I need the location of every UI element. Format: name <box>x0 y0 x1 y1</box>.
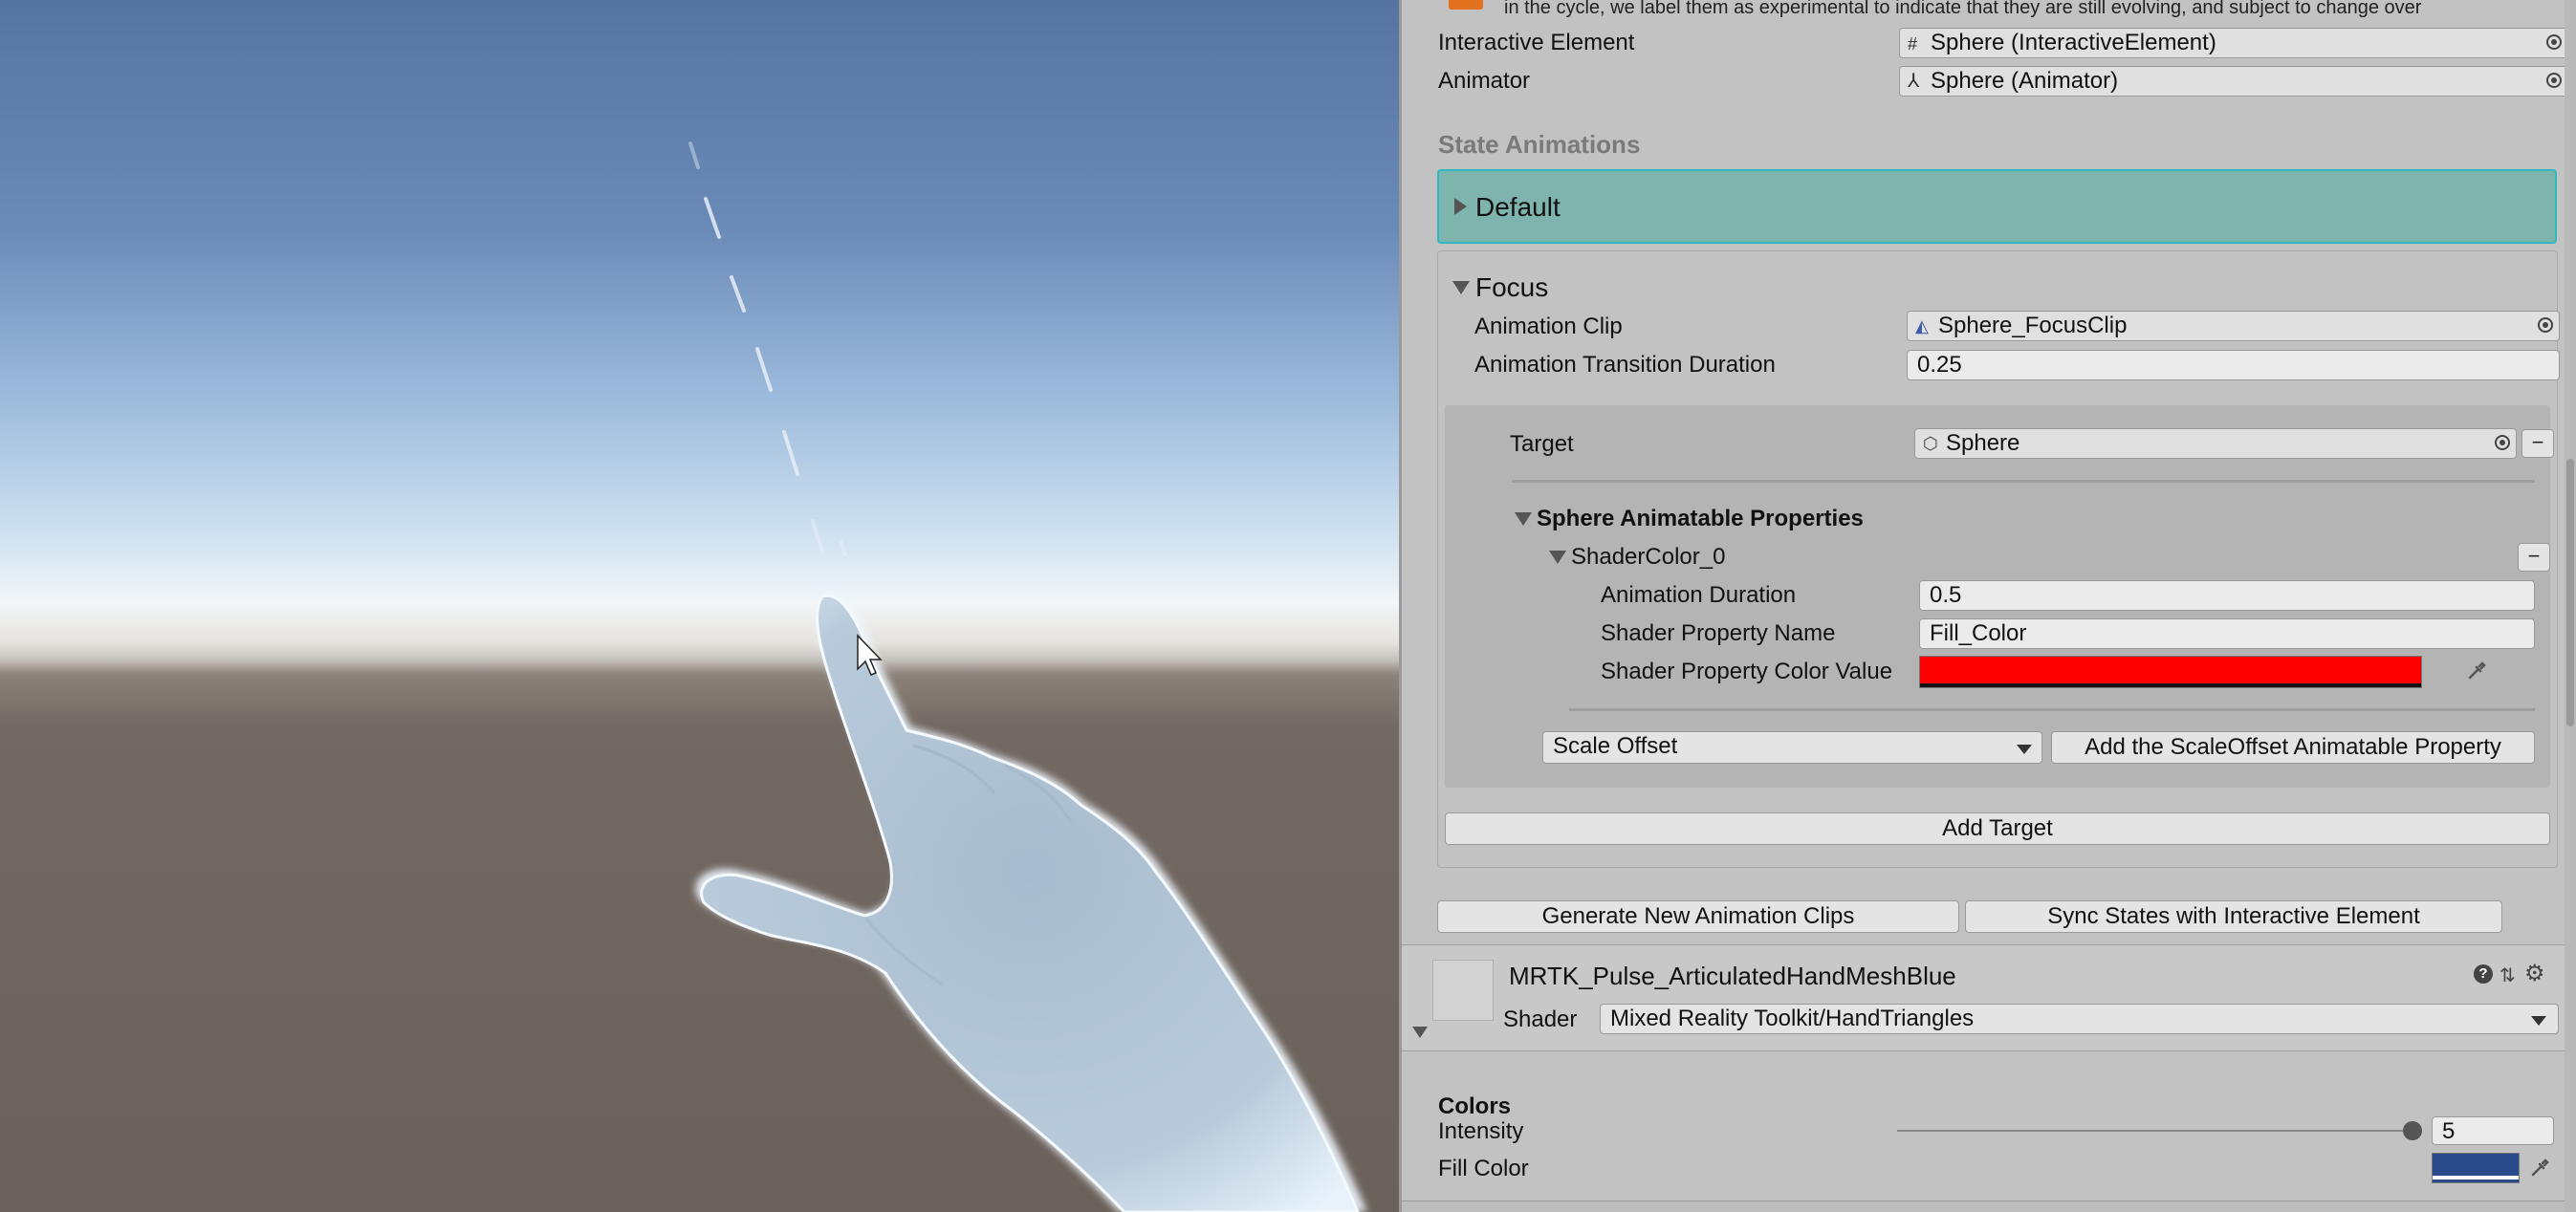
interactive-element-field[interactable]: # Sphere (InteractiveElement) <box>1899 28 2568 58</box>
animation-clip-icon: ◭ <box>1915 316 1929 335</box>
object-picker-icon[interactable] <box>2546 34 2562 50</box>
foldout-expanded-icon[interactable] <box>1515 512 1532 526</box>
animation-duration-label: Animation Duration <box>1601 582 1797 608</box>
focus-state-label[interactable]: Focus <box>1475 272 1548 303</box>
foldout-expanded-icon[interactable] <box>1412 1027 1428 1038</box>
eyedropper-icon[interactable] <box>2530 1157 2551 1178</box>
script-icon: # <box>1908 34 1918 54</box>
animator-value: Sphere (Animator) <box>1931 68 2119 94</box>
shader-property-name-label: Shader Property Name <box>1601 620 1836 646</box>
add-animatable-property-button[interactable]: Add the ScaleOffset Animatable Property <box>2051 731 2535 764</box>
state-animations-header: State Animations <box>1438 130 1641 159</box>
shader-label: Shader <box>1503 1006 1578 1032</box>
dropdown-value: Scale Offset <box>1553 733 1678 759</box>
hand-illustration <box>688 141 1367 1212</box>
foldout-expanded-icon[interactable] <box>1549 551 1566 564</box>
intensity-label: Intensity <box>1438 1118 1524 1144</box>
fill-color-swatch[interactable] <box>2432 1153 2520 1183</box>
shader-color-foldout-label[interactable]: ShaderColor_0 <box>1571 544 1725 571</box>
default-state-label: Default <box>1475 192 1561 222</box>
shader-value: Mixed Reality Toolkit/HandTriangles <box>1610 1006 1975 1031</box>
property-separator <box>1569 708 2535 711</box>
object-picker-icon[interactable] <box>2495 435 2510 450</box>
chevron-down-icon <box>2531 1016 2546 1026</box>
target-label: Target <box>1510 431 1574 457</box>
remove-property-button[interactable]: − <box>2518 543 2550 572</box>
next-section-header <box>1402 1201 2576 1212</box>
eyedropper-icon[interactable] <box>2467 660 2488 681</box>
animator-label: Animator <box>1438 68 1531 94</box>
chevron-down-icon <box>2017 745 2032 754</box>
intensity-slider-track[interactable] <box>1897 1130 2413 1132</box>
target-separator <box>1512 480 2535 483</box>
experimental-warning-icon <box>1449 0 1483 10</box>
interactive-element-value: Sphere (InteractiveElement) <box>1931 30 2216 55</box>
help-icon[interactable]: ? <box>2474 964 2493 984</box>
shader-dropdown[interactable]: Mixed Reality Toolkit/HandTriangles <box>1600 1004 2559 1034</box>
foldout-expanded-icon[interactable] <box>1452 281 1470 294</box>
inspector-panel: in the cycle, we label them as experimen… <box>1399 0 2576 1212</box>
animator-field[interactable]: ⅄ Sphere (Animator) <box>1899 66 2568 97</box>
animator-icon: ⅄ <box>1908 71 1920 92</box>
remove-target-button[interactable]: − <box>2521 429 2554 458</box>
swatch-alpha-bar <box>1920 683 2421 687</box>
pointer-ray <box>688 141 847 556</box>
swatch-alpha-bar <box>2433 1176 2519 1180</box>
animation-clip-field[interactable]: ◭ Sphere_FocusClip <box>1907 311 2560 341</box>
preset-icon[interactable]: ⇅ <box>2500 963 2516 987</box>
add-target-button[interactable]: Add Target <box>1445 812 2550 845</box>
transition-duration-label: Animation Transition Duration <box>1474 352 1776 378</box>
default-state-foldout[interactable]: Default <box>1437 169 2557 244</box>
gear-icon[interactable]: ⚙ <box>2524 960 2545 987</box>
sync-states-button[interactable]: Sync States with Interactive Element <box>1965 900 2502 933</box>
intensity-slider-thumb[interactable] <box>2403 1121 2422 1140</box>
target-value: Sphere <box>1946 430 2020 456</box>
animatable-property-dropdown[interactable]: Scale Offset <box>1542 731 2042 764</box>
shader-color-swatch[interactable] <box>1919 656 2422 688</box>
scene-view[interactable] <box>0 0 1399 1212</box>
experimental-note: in the cycle, we label them as experimen… <box>1504 0 2422 18</box>
animatable-properties-header[interactable]: Sphere Animatable Properties <box>1537 506 1864 532</box>
animation-clip-value: Sphere_FocusClip <box>1938 313 2128 338</box>
inspector-scrollbar[interactable] <box>2565 0 2576 1212</box>
material-header <box>1402 944 2576 1051</box>
target-field[interactable]: ⬡ Sphere <box>1914 428 2517 459</box>
shader-property-color-label: Shader Property Color Value <box>1601 659 1893 684</box>
material-preview-thumbnail <box>1432 960 1494 1021</box>
animation-clip-label: Animation Clip <box>1474 314 1623 339</box>
foldout-collapsed-icon <box>1454 198 1467 215</box>
object-picker-icon[interactable] <box>2546 73 2562 88</box>
fill-color-label: Fill Color <box>1438 1156 1529 1181</box>
object-picker-icon[interactable] <box>2538 317 2553 333</box>
scrollbar-thumb[interactable] <box>2566 459 2574 726</box>
animation-duration-input[interactable]: 0.5 <box>1919 580 2535 611</box>
shader-property-name-input[interactable]: Fill_Color <box>1919 618 2535 649</box>
generate-animation-clips-button[interactable]: Generate New Animation Clips <box>1437 900 1959 933</box>
interactive-element-label: Interactive Element <box>1438 30 1635 55</box>
transition-duration-input[interactable]: 0.25 <box>1907 350 2560 380</box>
material-name: MRTK_Pulse_ArticulatedHandMeshBlue <box>1509 962 1956 990</box>
colors-header: Colors <box>1438 1093 1512 1119</box>
cube-icon: ⬡ <box>1923 434 1938 453</box>
intensity-input[interactable]: 5 <box>2432 1116 2554 1145</box>
